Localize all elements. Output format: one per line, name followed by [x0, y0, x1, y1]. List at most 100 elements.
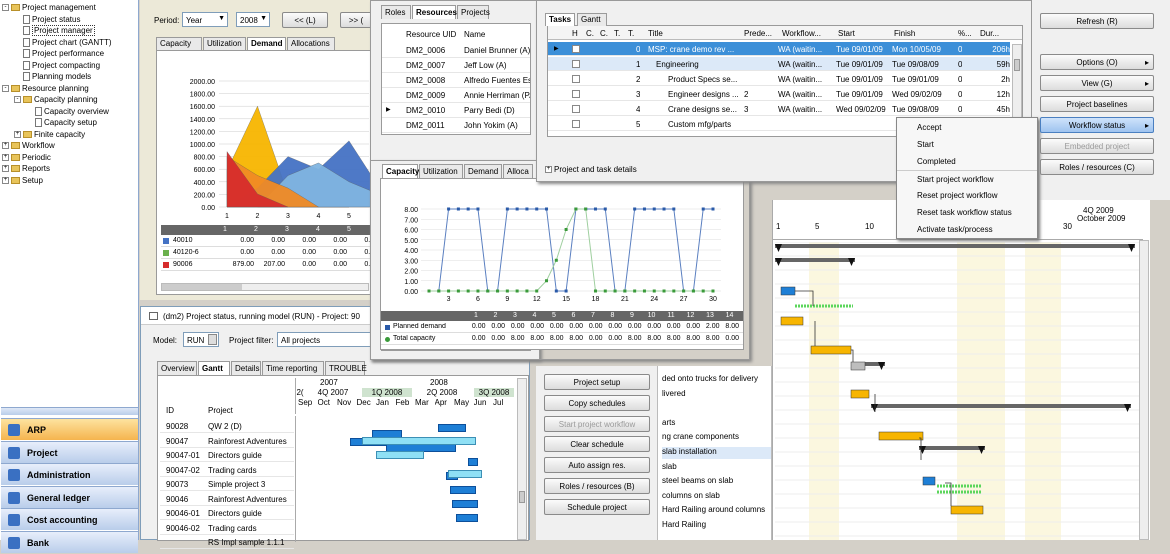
auto-assign-res-button[interactable]: Auto assign res.	[544, 457, 650, 474]
model-select[interactable]: RUN	[183, 332, 219, 347]
table-row[interactable]: ▶ 0 MSP: crane demo rev ... WA (waitin... Tu…	[548, 42, 1010, 56]
clear-schedule-button[interactable]: Clear schedule	[544, 436, 650, 453]
collapse-icon[interactable]: -	[2, 84, 9, 92]
tab-gantt[interactable]: Gantt	[577, 13, 607, 26]
tab-time-reporting[interactable]: Time reporting	[262, 361, 324, 375]
table-row[interactable]: 90047 Rainforest Adventures	[160, 435, 294, 448]
roles-resources-b-button[interactable]: Roles / resources (B)	[544, 478, 650, 494]
tab-resources[interactable]: Resources	[412, 5, 457, 19]
nav-button-bank[interactable]: Bank	[1, 530, 138, 553]
tree-item[interactable]: + Reports	[2, 163, 137, 175]
tab-capacity[interactable]: Capacity	[382, 164, 419, 178]
previous-period-button[interactable]: << (L)	[282, 12, 328, 28]
nav-button-arp[interactable]: ARP	[1, 418, 138, 440]
nav-button-cost-accounting[interactable]: Cost accounting	[1, 508, 138, 530]
tree-item[interactable]: Capacity overview	[2, 106, 137, 118]
expand-icon[interactable]: +	[2, 153, 9, 161]
project-bar[interactable]	[468, 458, 478, 466]
collapse-icon[interactable]: -	[14, 96, 21, 104]
tab-allocations[interactable]: Allocations	[287, 37, 335, 50]
table-row[interactable]: 90047-01 Directors guide	[160, 449, 294, 462]
table-row[interactable]: 90073 Simple project 3	[160, 478, 294, 491]
tab-trouble[interactable]: TROUBLE	[325, 361, 367, 375]
copy-schedules-button[interactable]: Copy schedules	[544, 394, 650, 411]
row-checkbox[interactable]	[572, 105, 580, 113]
tab-capacity[interactable]: Capacity	[156, 37, 202, 50]
tree-item[interactable]: Project manager	[2, 25, 137, 37]
tree-item[interactable]: - Capacity planning	[2, 94, 137, 106]
project-task-details-expander[interactable]: + Project and task details	[545, 165, 637, 174]
table-row[interactable]: DM2_0006 Daniel Brunner (A)	[382, 44, 530, 58]
tab-overview[interactable]: Overview	[157, 361, 197, 375]
expand-icon[interactable]: +	[2, 176, 9, 184]
roles-resources-c-button[interactable]: Roles / resources (C)	[1040, 159, 1154, 175]
tab-gantt[interactable]: Gantt	[198, 361, 230, 375]
menu-item-start[interactable]: Start	[897, 136, 1037, 153]
tree-item[interactable]: - Project management	[2, 2, 137, 14]
table-row[interactable]: 90046-02 Trading cards	[160, 522, 294, 535]
table-row[interactable]: 90047-02 Trading cards	[160, 464, 294, 477]
tab-demand[interactable]: Demand	[247, 37, 286, 50]
tab-details[interactable]: Details	[231, 361, 261, 375]
start-project-workflow-button[interactable]: Start project workflow	[544, 415, 650, 432]
table-row[interactable]: 90046 Rainforest Adventures	[160, 493, 294, 506]
project-setup-button[interactable]: Project setup	[544, 374, 650, 390]
workflow-status-button[interactable]: Workflow status ▸	[1040, 117, 1154, 133]
menu-item-reset-project-workflow[interactable]: Reset project workflow	[897, 187, 1037, 204]
table-row[interactable]: 3 Engineer designs ... 2 WA (waitin... Tue 0…	[548, 87, 1010, 101]
project-bar[interactable]	[450, 486, 476, 494]
schedule-project-button[interactable]: Schedule project	[544, 498, 650, 515]
menu-item-completed[interactable]: Completed	[897, 153, 1037, 170]
table-row[interactable]: 1 Engineering WA (waitin... Tue 09/01/09 Tue…	[548, 57, 1010, 71]
tree-item[interactable]: Project performance	[2, 48, 137, 60]
tree-item[interactable]: - Resource planning	[2, 83, 137, 95]
row-checkbox[interactable]	[572, 45, 580, 53]
project-bar-baseline[interactable]	[448, 470, 482, 478]
tab-utilization[interactable]: Utilization	[419, 164, 463, 178]
tree-item[interactable]: Capacity setup	[2, 117, 137, 129]
row-checkbox[interactable]	[572, 90, 580, 98]
options-o-button[interactable]: Options (O) ▸	[1040, 54, 1154, 70]
row-checkbox[interactable]	[572, 75, 580, 83]
tree-item[interactable]: Planning models	[2, 71, 137, 83]
tab-demand[interactable]: Demand	[464, 164, 502, 178]
vertical-scrollbar[interactable]	[1139, 240, 1149, 540]
project-bar[interactable]	[456, 514, 478, 522]
tree-item[interactable]: + Setup	[2, 175, 137, 187]
table-row[interactable]: 90046-01 Directors guide	[160, 507, 294, 520]
menu-item-accept[interactable]: Accept	[897, 119, 1037, 136]
period-unit-select[interactable]: Year ▼	[182, 12, 228, 27]
tree-item[interactable]: + Workflow	[2, 140, 137, 152]
tab-tasks[interactable]: Tasks	[545, 13, 575, 26]
expand-icon[interactable]: +	[2, 142, 9, 150]
tree-item[interactable]: + Finite capacity	[2, 129, 137, 141]
table-row[interactable]: 90028 QW 2 (D)	[160, 420, 294, 433]
tab-projects[interactable]: Projects	[457, 5, 490, 19]
tree-item[interactable]: Project chart (GANTT)	[2, 37, 137, 49]
table-row[interactable]: DM2_0007 Jeff Low (A)	[382, 59, 530, 73]
row-checkbox[interactable]	[572, 60, 580, 68]
nav-button-general-ledger[interactable]: General ledger	[1, 485, 138, 508]
horizontal-scrollbar[interactable]	[161, 283, 369, 291]
embedded-project-button[interactable]: Embedded project	[1040, 138, 1154, 154]
tree-item[interactable]: Project status	[2, 14, 137, 26]
project-baselines-button[interactable]: Project baselines	[1040, 96, 1154, 112]
next-period-button[interactable]: >> (	[340, 12, 372, 28]
period-year-select[interactable]: 2008 ▼	[236, 12, 270, 27]
table-row[interactable]: ▶ DM2_0010 Parry Bedi (D)	[382, 104, 530, 118]
collapse-icon[interactable]: -	[2, 4, 9, 12]
view-g-button[interactable]: View (G) ▸	[1040, 75, 1154, 91]
tab-alloca[interactable]: Alloca	[503, 164, 533, 178]
tab-roles[interactable]: Roles	[381, 5, 411, 19]
expand-icon[interactable]: +	[14, 130, 21, 138]
project-bar-baseline[interactable]	[362, 437, 476, 445]
refresh-r-button[interactable]: Refresh (R)	[1040, 13, 1154, 29]
nav-button-project[interactable]: Project	[1, 440, 138, 463]
table-row[interactable]: DM2_0009 Annie Herriman (PA	[382, 89, 530, 103]
table-row[interactable]: 4 Crane designs se... 3 WA (waitin... Wed 09…	[548, 102, 1010, 116]
menu-item-reset-task-workflow-status[interactable]: Reset task workflow status	[897, 204, 1037, 221]
project-bar[interactable]	[452, 500, 478, 508]
tree-item[interactable]: Project compacting	[2, 60, 137, 72]
table-row[interactable]: DM2_0011 John Yokim (A)	[382, 119, 530, 133]
tree-item[interactable]: + Periodic	[2, 152, 137, 164]
